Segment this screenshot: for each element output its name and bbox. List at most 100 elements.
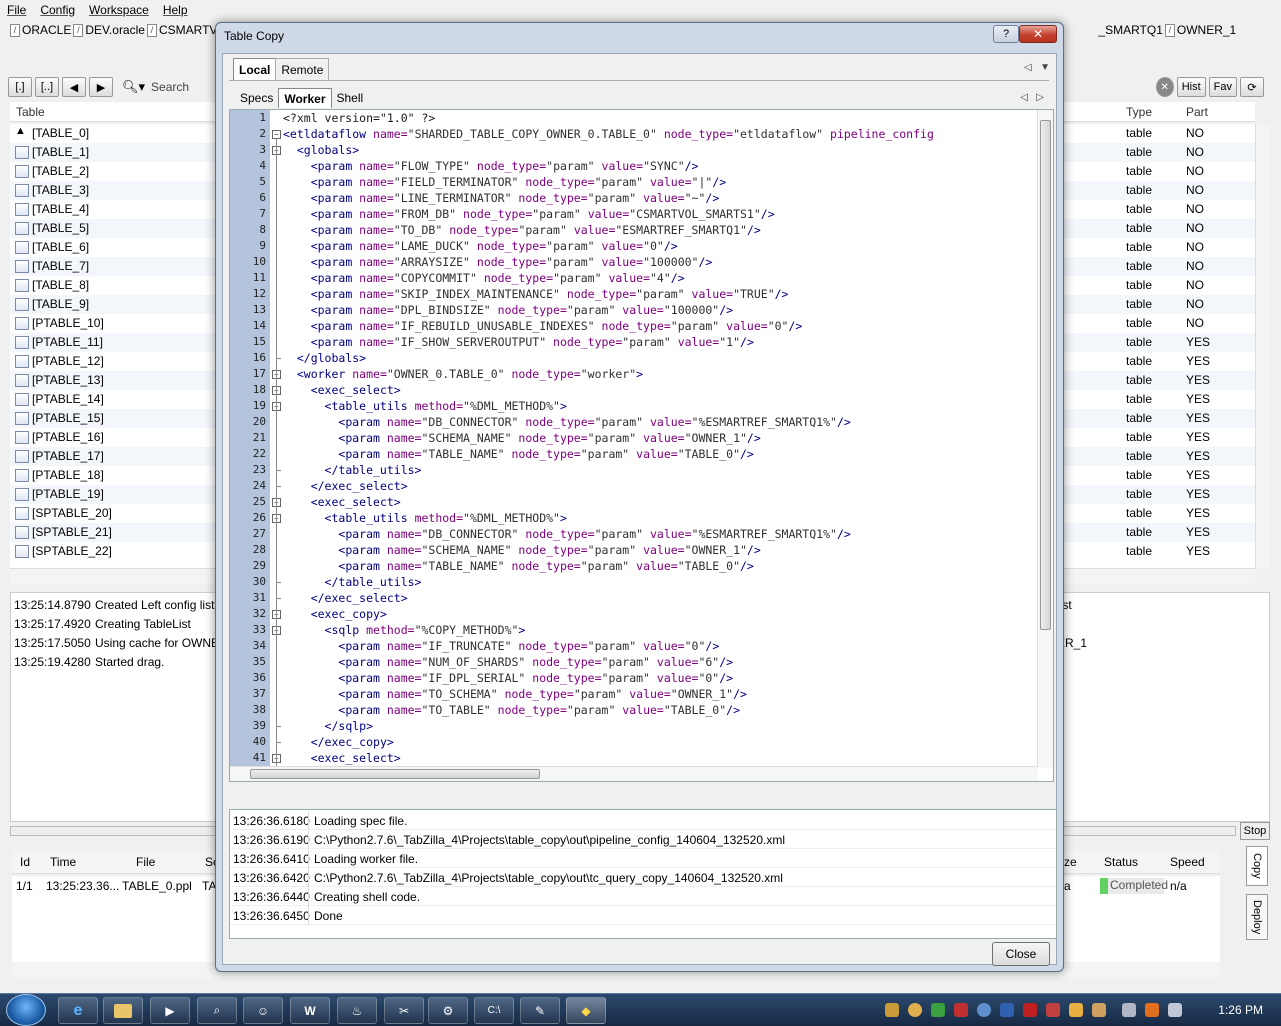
code-line[interactable]: <param name="ARRAYSIZE" node_type="param…	[283, 255, 713, 269]
chevron-down-icon[interactable]: ▼	[1040, 62, 1050, 73]
stop-button[interactable]: Stop	[1240, 822, 1270, 840]
code-line[interactable]: <globals>	[283, 143, 359, 157]
code-line[interactable]: <param name="DB_CONNECTOR" node_type="pa…	[283, 415, 850, 429]
taskbar-app-chat[interactable]: ☺	[243, 997, 283, 1024]
search-box[interactable]: 🔍︎▾ Search	[122, 79, 189, 95]
editor-vertical-scrollbar[interactable]	[1037, 110, 1053, 768]
close-window-button[interactable]: ✕	[1019, 25, 1057, 43]
start-button[interactable]	[6, 994, 46, 1026]
code-line[interactable]: <table_utils method="%DML_METHOD%">	[283, 511, 567, 525]
code-line[interactable]: <param name="DB_CONNECTOR" node_type="pa…	[283, 527, 850, 541]
code-line[interactable]: <param name="FLOW_TYPE" node_type="param…	[283, 159, 699, 173]
column-header-part[interactable]: Part	[1186, 105, 1208, 119]
volume-icon[interactable]	[1168, 1003, 1182, 1017]
tab-local[interactable]: Local	[233, 58, 277, 80]
taskbar-app-tools[interactable]: ✂	[384, 997, 424, 1024]
code-line[interactable]: <param name="NUM_OF_SHARDS" node_type="p…	[283, 655, 733, 669]
editor-vertical-scroll-thumb[interactable]	[1040, 120, 1051, 630]
code-line[interactable]: <?xml version="1.0" ?>	[283, 111, 435, 125]
tray-icon-9[interactable]	[1069, 1003, 1083, 1017]
tray-icon-7[interactable]	[1023, 1003, 1037, 1017]
taskbar-app-python[interactable]: ◆	[566, 997, 606, 1024]
code-line[interactable]: <param name="IF_DPL_SERIAL" node_type="p…	[283, 671, 733, 685]
taskbar-app-search[interactable]: ⌕	[197, 997, 237, 1024]
path-segment[interactable]: / DEV.oracle	[73, 23, 145, 37]
code-line[interactable]: <exec_select>	[283, 495, 401, 509]
refresh-button[interactable]: ⟳	[1240, 77, 1264, 97]
code-line[interactable]: <etldataflow name="SHARDED_TABLE_COPY_OW…	[283, 127, 934, 141]
code-line[interactable]: <worker name="OWNER_0.TABLE_0" node_type…	[283, 367, 643, 381]
xml-editor[interactable]: 1 2 3 4 5 6 7 8 9 10 11 12 13 14 15 16 17 18 19 20 21 22 23 24 2…	[229, 109, 1054, 782]
power-icon[interactable]	[1145, 1003, 1159, 1017]
menu-item-help[interactable]: Help	[156, 3, 195, 17]
path-segment[interactable]: / OWNER_1	[1164, 23, 1236, 37]
code-line[interactable]: </exec_copy>	[283, 735, 394, 749]
taskbar-app-word[interactable]: W	[290, 997, 330, 1024]
taskbar-app-flame[interactable]: ♨	[337, 997, 377, 1024]
path-segment[interactable]: _SMARTQ1	[1098, 23, 1162, 37]
code-line[interactable]: <param name="TO_TABLE" node_type="param"…	[283, 703, 740, 717]
table-list-vertical-scrollbar[interactable]	[1255, 124, 1270, 568]
code-line[interactable]: <param name="IF_SHOW_SERVEROUTPUT" node_…	[283, 335, 754, 349]
code-line[interactable]: <param name="COPYCOMMIT" node_type="para…	[283, 271, 685, 285]
menu-item-config[interactable]: Config	[33, 3, 82, 17]
tab-copy[interactable]: Copy	[1246, 846, 1268, 886]
help-button[interactable]: ?	[993, 25, 1019, 43]
code-line[interactable]: <exec_copy>	[283, 607, 387, 621]
tray-icon-6[interactable]	[1000, 1003, 1014, 1017]
taskbar-app-notepad[interactable]: ✎	[520, 997, 560, 1024]
code-line[interactable]: <param name="TABLE_NAME" node_type="para…	[283, 447, 753, 461]
code-line[interactable]: <table_utils method="%DML_METHOD%">	[283, 399, 567, 413]
code-line[interactable]: </exec_select>	[283, 479, 408, 493]
menu-item-file[interactable]: File	[0, 3, 33, 17]
code-line[interactable]: <param name="TO_SCHEMA" node_type="param…	[283, 687, 747, 701]
subtab-nav-arrows[interactable]: ◁ ▷	[1020, 92, 1044, 103]
chevron-right-icon[interactable]: ▷	[1036, 92, 1044, 103]
code-line[interactable]: <param name="FIELD_TERMINATOR" node_type…	[283, 175, 726, 189]
chevron-left-icon[interactable]: ◁	[1024, 62, 1032, 73]
forward-button[interactable]: ▶	[89, 77, 113, 97]
clear-search-button[interactable]: ✕	[1155, 77, 1174, 97]
favorites-button[interactable]: Fav	[1208, 77, 1237, 97]
code-line[interactable]: <param name="IF_REBUILD_UNUSABLE_INDEXES…	[283, 319, 803, 333]
tray-icon-10[interactable]	[1092, 1003, 1106, 1017]
taskbar-app-explorer[interactable]	[103, 997, 143, 1024]
tray-icon-8[interactable]	[1046, 1003, 1060, 1017]
column-header-speed[interactable]: Speed	[1170, 855, 1205, 869]
code-line[interactable]: </exec_select>	[283, 591, 408, 605]
clock[interactable]: 1:26 PM	[1218, 1003, 1263, 1017]
code-line[interactable]: <param name="LAME_DUCK" node_type="param…	[283, 239, 678, 253]
menu-item-workspace[interactable]: Workspace	[82, 3, 156, 17]
code-line[interactable]: <param name="TABLE_NAME" node_type="para…	[283, 559, 753, 573]
column-header-type[interactable]: Type	[1126, 105, 1152, 119]
tray-icon-2[interactable]	[908, 1003, 922, 1017]
root-dir-button[interactable]: [.]	[8, 77, 32, 97]
editor-horizontal-scroll-thumb[interactable]	[250, 769, 540, 779]
column-header-status[interactable]: Status	[1104, 855, 1138, 869]
code-line[interactable]: <sqlp method="%COPY_METHOD%">	[283, 623, 526, 637]
code-line[interactable]: <param name="LINE_TERMINATOR" node_type=…	[283, 191, 720, 205]
parent-dir-button[interactable]: [..]	[35, 77, 59, 97]
code-line[interactable]: <param name="SCHEMA_NAME" node_type="par…	[283, 543, 760, 557]
code-line[interactable]: <param name="TO_DB" node_type="param" va…	[283, 223, 761, 237]
back-button[interactable]: ◀	[62, 77, 86, 97]
close-button[interactable]: Close	[992, 942, 1050, 966]
code-line[interactable]: <param name="FROM_DB" node_type="param" …	[283, 207, 775, 221]
tab-nav-arrows[interactable]: ◁ ▼	[1024, 62, 1050, 73]
code-line[interactable]: </table_utils>	[283, 575, 422, 589]
code-line[interactable]: <exec_select>	[283, 751, 401, 765]
column-header-file[interactable]: File	[136, 855, 155, 869]
tab-shell[interactable]: Shell	[332, 88, 369, 108]
tab-deploy[interactable]: Deploy	[1246, 894, 1268, 940]
path-segment[interactable]: / ORACLE	[10, 23, 71, 37]
taskbar-app-ie[interactable]: e	[58, 997, 98, 1024]
tray-icon-4[interactable]	[954, 1003, 968, 1017]
code-line[interactable]: <param name="IF_TRUNCATE" node_type="par…	[283, 639, 719, 653]
tab-worker[interactable]: Worker	[278, 88, 332, 108]
tray-icon-3[interactable]	[931, 1003, 945, 1017]
column-header-id[interactable]: Id	[20, 855, 30, 869]
history-button[interactable]: Hist	[1176, 77, 1206, 97]
column-header-size[interactable]: ze	[1064, 855, 1077, 869]
code-line[interactable]: <exec_select>	[283, 383, 401, 397]
network-icon[interactable]	[1122, 1003, 1136, 1017]
